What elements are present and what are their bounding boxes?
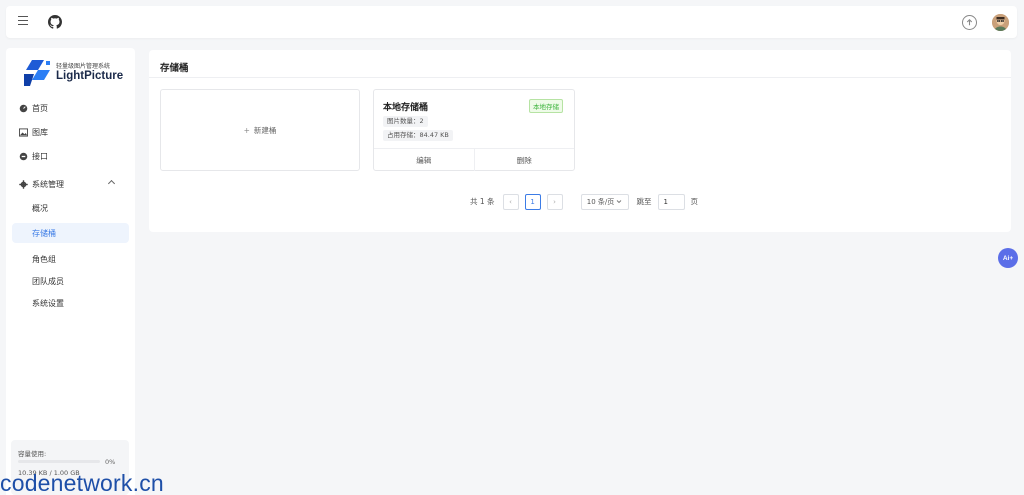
dashboard-icon [19,104,28,112]
new-bucket-button[interactable]: + 新建桶 [160,89,360,171]
bucket-card: 本地存储桶 本地存储 图片数量：2 占用存储：84.47 KB 编辑 删除 [373,89,575,171]
bucket-image-count: 图片数量：2 [383,116,428,127]
edit-button[interactable]: 编辑 [374,149,474,171]
gallery-icon [19,127,28,137]
pagination-page-1[interactable]: 1 [524,193,541,210]
chevron-down-icon [616,200,622,204]
pagination-prev-button[interactable]: ‹ [502,193,519,210]
chevron-up-icon [107,179,116,188]
sidebar-item-label: 接口 [32,151,48,161]
bucket-type-badge: 本地存储 [529,99,563,113]
main-panel: 存储桶 + 新建桶 本地存储桶 本地存储 图片数量：2 占用存储：84.47 K… [149,50,1011,232]
page-size-select[interactable]: 10 条/页 [580,193,629,210]
sidebar-item-team[interactable]: 团队成员 [12,271,129,291]
sidebar-item-gallery[interactable]: 图库 [6,122,135,142]
sidebar-item-label: 团队成员 [32,276,64,286]
app-logo[interactable]: 轻量级图片管理系统 LightPicture [24,58,129,88]
pagination-total: 共 1 条 [470,197,495,206]
logo-name: LightPicture [56,70,124,82]
hamburger-icon[interactable] [18,16,28,25]
api-icon [19,152,28,160]
usage-progress-bar [18,460,100,463]
sidebar-item-api[interactable]: 接口 [6,146,135,166]
goto-label: 跳至 [636,197,652,206]
top-bar [6,6,1017,38]
sidebar-item-label: 角色组 [32,254,56,264]
plus-icon: + [243,125,250,135]
bucket-storage-used: 占用存储：84.47 KB [383,130,453,141]
logo-mark-icon [24,60,50,86]
sidebar-group-system[interactable]: 系统管理 [6,174,135,194]
usage-label: 容量使用: [18,450,47,458]
gear-icon [19,179,28,189]
goto-page-input[interactable]: 1 [657,193,685,210]
bucket-name: 本地存储桶 [383,103,429,113]
ai-assistant-button[interactable]: Ai+ [998,248,1018,268]
logo-subtitle: 轻量级图片管理系统 [56,63,111,70]
sidebar-item-label: 概况 [32,203,48,213]
pagination: 共 1 条 ‹ 1 › 10 条/页 跳至 1 页 [470,193,698,210]
page-size-value: 10 条/页 [586,197,615,206]
user-avatar[interactable] [992,14,1009,31]
title-divider [149,77,1011,78]
sidebar-item-label: 首页 [32,103,48,113]
sidebar-item-label: 图库 [32,127,48,137]
sidebar-item-home[interactable]: 首页 [6,98,135,118]
bucket-actions: 编辑 删除 [374,148,574,171]
upload-icon[interactable] [962,15,977,30]
page-title: 存储桶 [160,63,189,74]
sidebar-item-roles[interactable]: 角色组 [12,249,129,269]
sidebar-item-overview[interactable]: 概况 [12,198,129,218]
github-icon[interactable] [48,15,62,29]
new-bucket-label: 新建桶 [253,125,277,135]
sidebar-item-buckets[interactable]: 存储桶 [12,223,129,243]
usage-percent: 0% [105,458,116,466]
sidebar-item-label: 存储桶 [32,228,56,238]
watermark-text: codenetwork.cn [0,470,164,495]
delete-button[interactable]: 删除 [473,149,575,171]
sidebar-group-label: 系统管理 [32,179,64,189]
sidebar: 轻量级图片管理系统 LightPicture 首页 图库 接口 系统管理 概况 … [6,48,135,495]
page-unit-label: 页 [690,197,699,206]
sidebar-item-label: 系统设置 [32,298,64,308]
pagination-next-button[interactable]: › [546,193,563,210]
sidebar-item-settings[interactable]: 系统设置 [12,293,129,313]
